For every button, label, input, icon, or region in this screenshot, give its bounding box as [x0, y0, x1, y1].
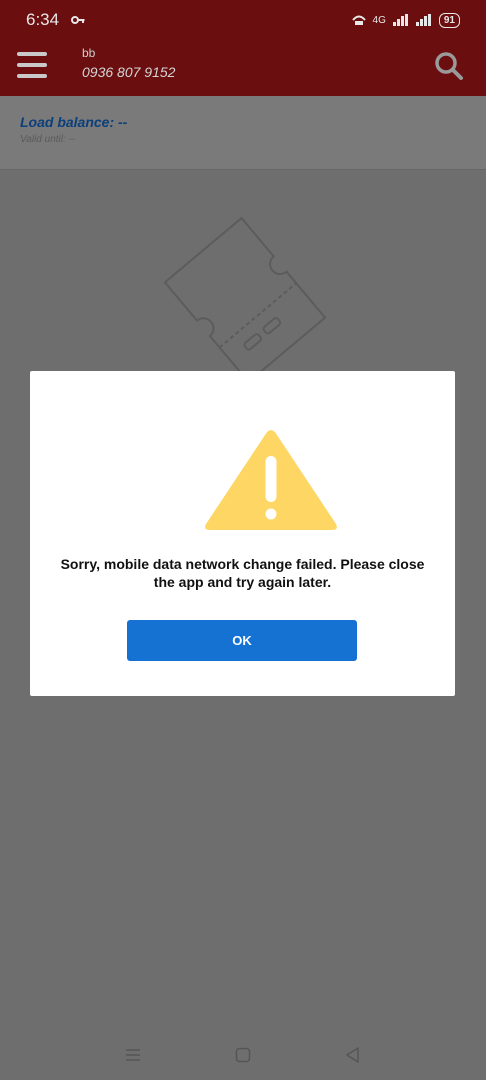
- search-icon[interactable]: [434, 51, 464, 81]
- warning-icon: [205, 430, 337, 530]
- signal-icon: [392, 14, 408, 26]
- back-nav-icon[interactable]: [343, 1045, 363, 1065]
- status-right: 4G 91: [351, 12, 460, 28]
- error-dialog: Sorry, mobile data network change failed…: [30, 371, 455, 696]
- load-balance: Load balance: --: [20, 114, 128, 130]
- menu-nav-icon[interactable]: [123, 1045, 143, 1065]
- hamburger-line: [17, 52, 47, 56]
- account-name: bb: [82, 46, 96, 60]
- account-number: 0936 807 9152: [82, 64, 176, 80]
- key-icon: [71, 16, 85, 24]
- valid-until: Valid until: --: [20, 134, 76, 145]
- navigation-bar: [0, 1030, 486, 1080]
- dialog-message: Sorry, mobile data network change failed…: [60, 556, 425, 590]
- app-header: bb 0936 807 9152: [0, 40, 486, 96]
- ok-button[interactable]: OK: [127, 620, 357, 661]
- hamburger-icon[interactable]: [17, 52, 47, 82]
- home-nav-icon[interactable]: [233, 1045, 253, 1065]
- status-bar: 6:34 4G 91: [0, 0, 486, 40]
- status-left: 6:34: [26, 10, 85, 30]
- battery-indicator: 91: [438, 12, 460, 28]
- balance-section: Load balance: -- Valid until: --: [0, 96, 486, 170]
- ticket-icon: [163, 216, 327, 384]
- hamburger-line: [17, 74, 47, 78]
- signal-2-icon: [415, 14, 431, 26]
- network-type: 4G: [372, 14, 386, 26]
- status-time: 6:34: [26, 10, 60, 29]
- vpn-icon: [351, 15, 366, 25]
- hamburger-line: [17, 63, 47, 67]
